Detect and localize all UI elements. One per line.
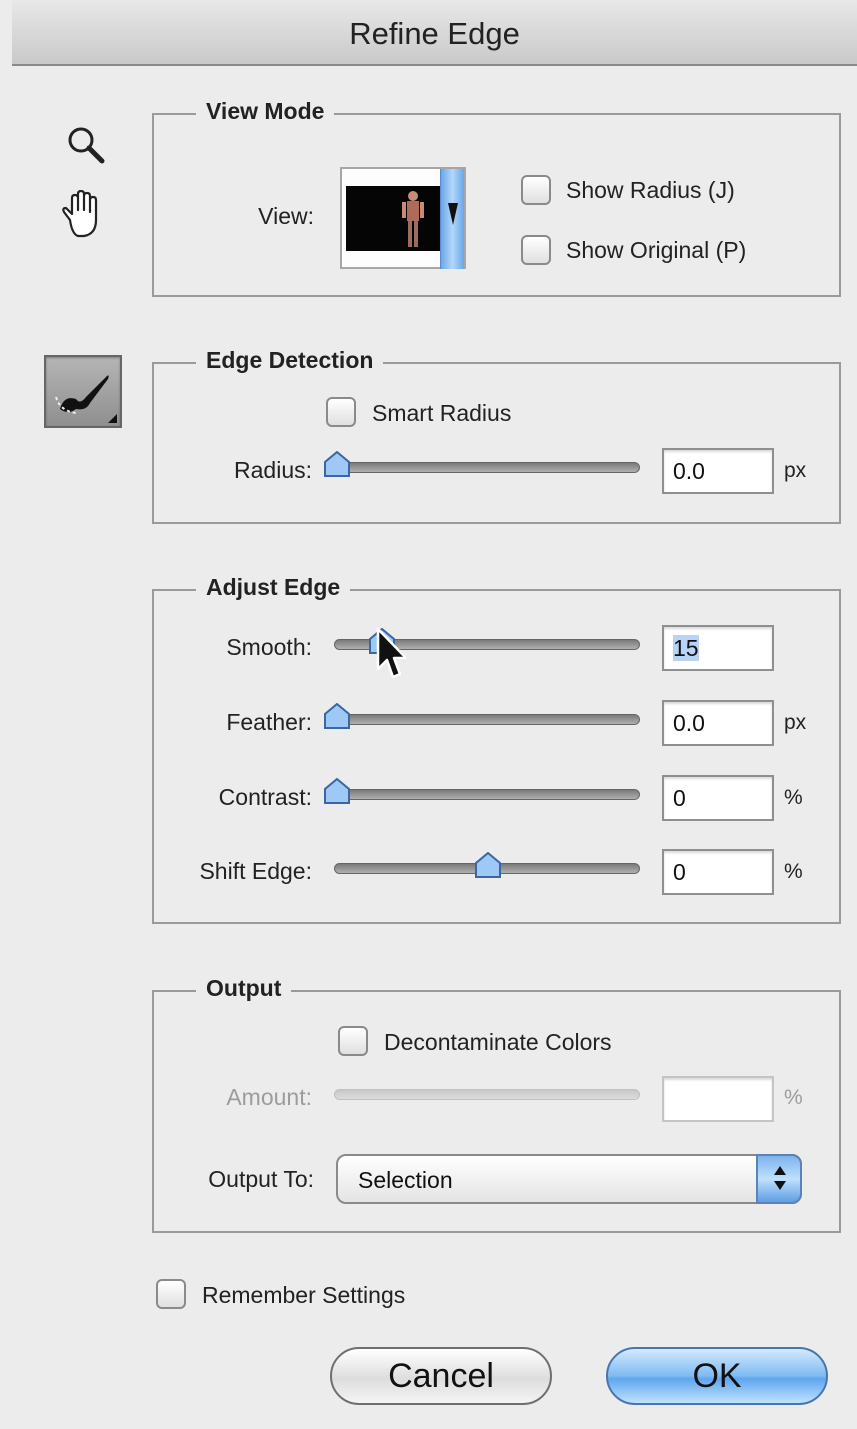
view-mode-picker[interactable]	[340, 167, 466, 269]
amount-slider	[334, 1089, 640, 1100]
smart-radius-label: Smart Radius	[372, 400, 512, 426]
edge-detection-group: Edge Detection Smart Radius Radius: 0.0 …	[152, 347, 841, 524]
feather-label: Feather:	[226, 709, 312, 735]
radius-slider-thumb[interactable]	[324, 451, 350, 479]
feather-unit: px	[784, 711, 807, 734]
hand-icon	[62, 190, 98, 238]
contrast-unit: %	[784, 786, 803, 809]
shift-edge-slider-thumb[interactable]	[475, 852, 501, 880]
radius-unit: px	[784, 459, 807, 482]
contrast-label: Contrast:	[218, 784, 312, 810]
window-title: Refine Edge	[349, 16, 520, 51]
decontaminate-colors-label: Decontaminate Colors	[384, 1029, 612, 1055]
amount-unit: %	[784, 1086, 803, 1109]
output-to-value: Selection	[358, 1167, 453, 1193]
radius-input[interactable]: 0.0	[662, 448, 774, 494]
amount-input	[662, 1076, 774, 1122]
magnifier-icon	[68, 127, 105, 164]
radius-slider[interactable]	[324, 451, 640, 477]
view-preview-thumbnail	[346, 186, 440, 251]
view-dropdown-arrow[interactable]	[440, 169, 464, 269]
decontaminate-colors-checkbox[interactable]	[338, 1026, 368, 1056]
smart-radius-checkbox[interactable]	[326, 397, 356, 427]
smooth-value: 15	[673, 635, 699, 661]
chevron-down-icon	[774, 1181, 786, 1190]
shift-edge-unit: %	[784, 860, 803, 883]
show-radius-checkbox[interactable]	[521, 175, 551, 205]
shift-edge-input[interactable]: 0	[662, 849, 774, 895]
ok-button[interactable]: OK	[606, 1347, 828, 1405]
feather-slider-thumb[interactable]	[324, 703, 350, 731]
zoom-tool[interactable]	[64, 123, 108, 167]
remember-settings-checkbox[interactable]	[156, 1279, 186, 1309]
show-radius-label: Show Radius (J)	[566, 177, 735, 203]
tool-options-corner	[108, 414, 117, 423]
adjust-edge-title: Adjust Edge	[196, 574, 351, 601]
shift-edge-slider[interactable]	[334, 852, 640, 878]
shift-edge-label: Shift Edge:	[199, 858, 312, 884]
contrast-slider[interactable]	[324, 778, 640, 804]
remember-settings-label: Remember Settings	[202, 1282, 406, 1308]
feather-slider[interactable]	[324, 703, 640, 729]
radius-label: Radius:	[234, 457, 312, 483]
output-group: Output Decontaminate Colors Amount: % Ou…	[152, 975, 841, 1233]
cancel-button[interactable]: Cancel	[330, 1347, 552, 1405]
smooth-input[interactable]: 15	[662, 625, 774, 671]
output-to-label: Output To:	[208, 1166, 314, 1192]
edge-detection-title: Edge Detection	[196, 347, 384, 374]
hand-tool[interactable]	[56, 190, 108, 240]
output-title: Output	[196, 975, 292, 1002]
view-mode-group: View Mode View: Show Radius (J) Show Ori…	[152, 98, 841, 297]
smooth-label: Smooth:	[226, 634, 312, 660]
contrast-slider-thumb[interactable]	[324, 778, 350, 806]
view-label: View:	[258, 203, 314, 229]
refine-edge-dialog: Refine Edge View Mode View: Show Radius …	[12, 0, 857, 1429]
amount-label: Amount:	[226, 1084, 312, 1110]
mouse-cursor-icon	[376, 627, 406, 679]
title-bar[interactable]: Refine Edge	[12, 0, 857, 66]
refine-radius-tool[interactable]	[44, 355, 122, 428]
output-to-select[interactable]: Selection	[336, 1154, 802, 1204]
feather-input[interactable]: 0.0	[662, 700, 774, 746]
contrast-input[interactable]: 0	[662, 775, 774, 821]
show-original-label: Show Original (P)	[566, 237, 747, 263]
output-to-stepper[interactable]	[756, 1154, 802, 1204]
adjust-edge-group: Adjust Edge Smooth: 15 Feather: 0.0 px C…	[152, 574, 841, 924]
view-mode-title: View Mode	[196, 98, 335, 125]
chevron-up-icon	[774, 1166, 786, 1175]
show-original-checkbox[interactable]	[521, 235, 551, 265]
chevron-down-icon	[448, 203, 458, 225]
